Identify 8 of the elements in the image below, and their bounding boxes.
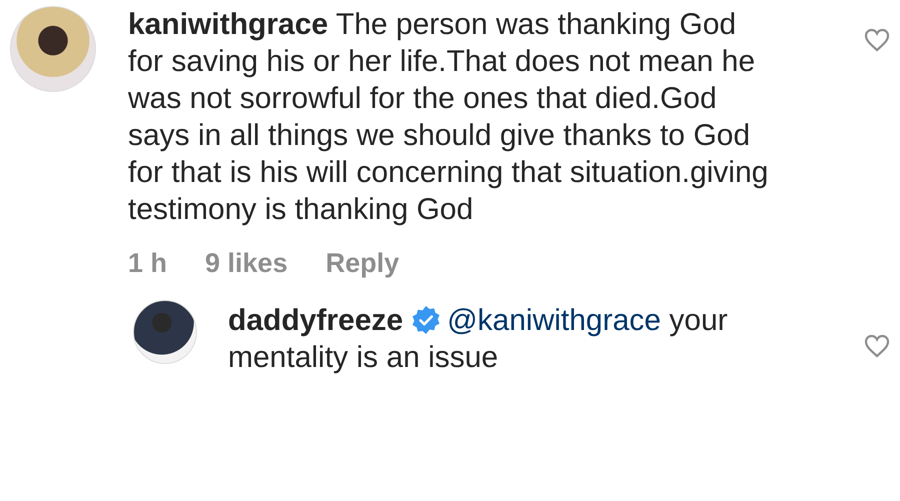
heart-icon[interactable] (864, 334, 890, 358)
comment-text: daddyfreeze @kaniwithgrace your mentality is an issue (228, 303, 729, 376)
heart-icon[interactable] (864, 28, 890, 52)
timestamp: 1 h (128, 247, 168, 280)
mention-link[interactable]: @kaniwithgrace (447, 304, 661, 337)
reply-link[interactable]: Reply (326, 246, 400, 280)
comment-text: kaniwithgrace The person was thanking God for saving his or her life.That does not mean he was not sorrowful for the ones that died.God says in all things we should give thanks to God for that is his will concerning that situation.giving testimony is thanking God (128, 7, 770, 228)
likes-count[interactable]: 9 likes (205, 246, 288, 280)
